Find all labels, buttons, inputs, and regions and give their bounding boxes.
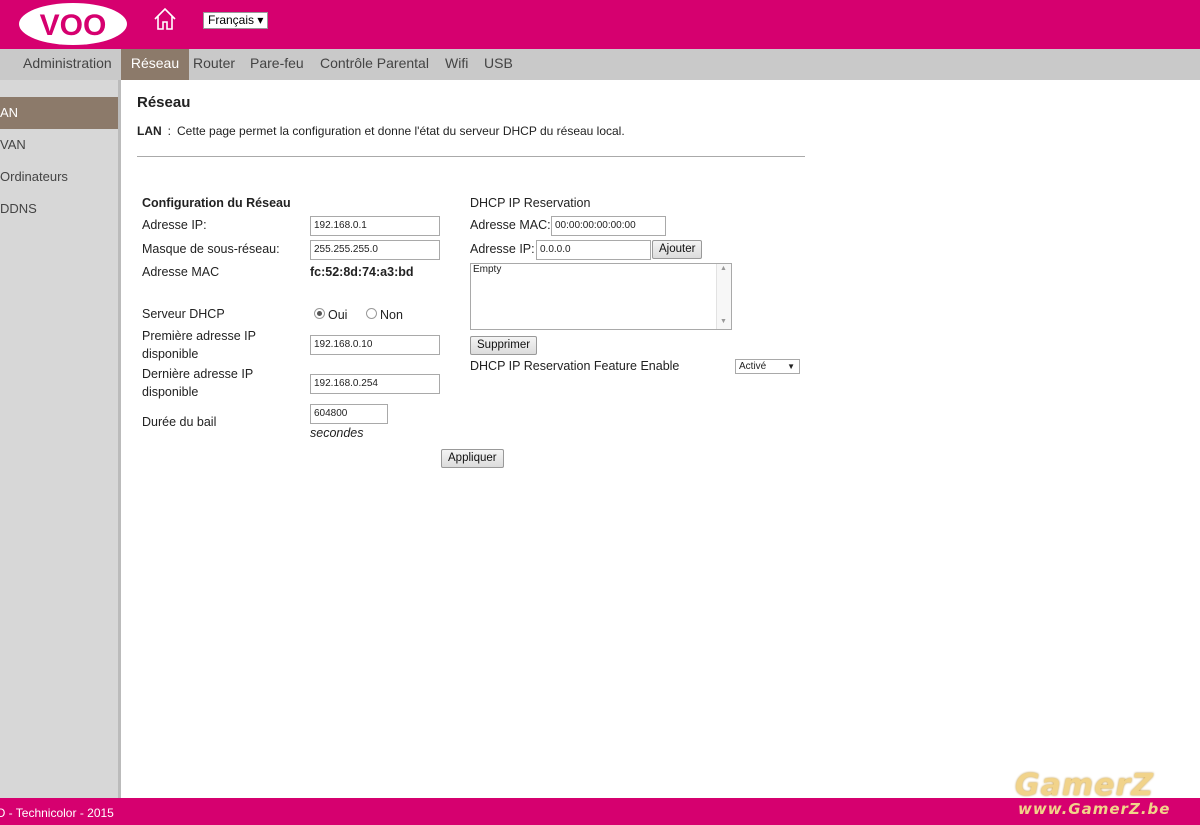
- nav-controle-parental[interactable]: Contrôle Parental: [314, 49, 435, 80]
- subnet-mask-input[interactable]: 255.255.255.0: [310, 240, 440, 260]
- sidebar: AN VAN Ordinateurs DDNS: [0, 80, 121, 798]
- first-ip-input[interactable]: 192.168.0.10: [310, 335, 440, 355]
- home-icon[interactable]: [152, 6, 178, 32]
- language-select[interactable]: Français ▾: [203, 12, 269, 29]
- lease-duration-input[interactable]: 604800: [310, 404, 388, 424]
- nav-pare-feu[interactable]: Pare-feu: [244, 49, 310, 80]
- feature-enable-value: Activé: [739, 361, 767, 372]
- divider: [137, 156, 805, 157]
- chevron-down-icon: ▼: [787, 362, 795, 371]
- dhcp-non-label: Non: [380, 308, 403, 322]
- add-button[interactable]: Ajouter: [652, 240, 703, 259]
- voo-logo[interactable]: VOO: [18, 2, 128, 46]
- main-nav: Administration Réseau Router Pare-feu Co…: [0, 49, 1200, 80]
- feature-enable-select[interactable]: Activé ▼: [735, 359, 800, 374]
- nav-router[interactable]: Router: [187, 49, 241, 80]
- page-title: Réseau: [137, 94, 191, 111]
- desc-sep: :: [167, 124, 172, 138]
- watermark-url: www.GamerZ.be: [1018, 800, 1171, 818]
- scroll-up-icon[interactable]: ▲: [720, 265, 727, 272]
- logo-text: VOO: [40, 9, 107, 42]
- first-ip-label-line1: Première adresse IP: [142, 329, 256, 343]
- ip-address-input[interactable]: 192.168.0.1: [310, 216, 440, 236]
- sidebar-item-lan[interactable]: AN: [0, 97, 118, 129]
- feature-enable-label: DHCP IP Reservation Feature Enable: [470, 359, 680, 373]
- dhcp-server-label: Serveur DHCP: [142, 307, 225, 321]
- config-section-title: Configuration du Réseau: [142, 196, 291, 210]
- sidebar-item-ordinateurs[interactable]: Ordinateurs: [0, 161, 118, 193]
- nav-wifi[interactable]: Wifi: [439, 49, 474, 80]
- desc-text: Cette page permet la configuration et do…: [177, 124, 625, 138]
- top-header: [0, 0, 1200, 49]
- lease-unit: secondes: [310, 426, 364, 440]
- dhcp-non-radio[interactable]: [366, 308, 377, 319]
- dhcp-oui-label: Oui: [328, 308, 348, 322]
- apply-button[interactable]: Appliquer: [441, 449, 504, 468]
- reservation-title: DHCP IP Reservation: [470, 196, 591, 210]
- watermark-logo: GamerZ: [1015, 768, 1155, 803]
- mask-label: Masque de sous-réseau:: [142, 242, 280, 256]
- nav-administration[interactable]: Administration: [17, 49, 118, 80]
- desc-label: LAN: [137, 124, 162, 138]
- reservation-mac-label: Adresse MAC:: [470, 218, 551, 232]
- footer-text: O - Technicolor - 2015: [0, 806, 114, 820]
- dhcp-oui-radio[interactable]: [314, 308, 325, 319]
- reservation-ip-input[interactable]: 0.0.0.0: [536, 240, 651, 260]
- ip-label: Adresse IP:: [142, 218, 207, 232]
- nav-reseau[interactable]: Réseau: [121, 49, 189, 80]
- last-ip-input[interactable]: 192.168.0.254: [310, 374, 440, 394]
- sidebar-item-ddns[interactable]: DDNS: [0, 193, 118, 225]
- reservation-mac-input[interactable]: 00:00:00:00:00:00: [551, 216, 666, 236]
- page-description: LAN: Cette page permet la configuration e…: [137, 124, 625, 138]
- lease-label: Durée du bail: [142, 415, 217, 429]
- reservation-list[interactable]: Empty ▲ ▼: [470, 263, 732, 330]
- mac-label: Adresse MAC: [142, 265, 220, 279]
- last-ip-label-line2: disponible: [142, 385, 199, 399]
- sidebar-item-wan[interactable]: VAN: [0, 129, 118, 161]
- mac-value: fc:52:8d:74:a3:bd: [310, 265, 414, 279]
- list-scrollbar[interactable]: ▲ ▼: [716, 264, 731, 329]
- nav-usb[interactable]: USB: [478, 49, 519, 80]
- reservation-ip-label: Adresse IP:: [470, 242, 535, 256]
- delete-button[interactable]: Supprimer: [470, 336, 538, 355]
- first-ip-label-line2: disponible: [142, 347, 199, 361]
- last-ip-label-line1: Dernière adresse IP: [142, 367, 254, 381]
- list-item[interactable]: Empty: [473, 264, 501, 275]
- scroll-down-icon[interactable]: ▼: [720, 318, 727, 325]
